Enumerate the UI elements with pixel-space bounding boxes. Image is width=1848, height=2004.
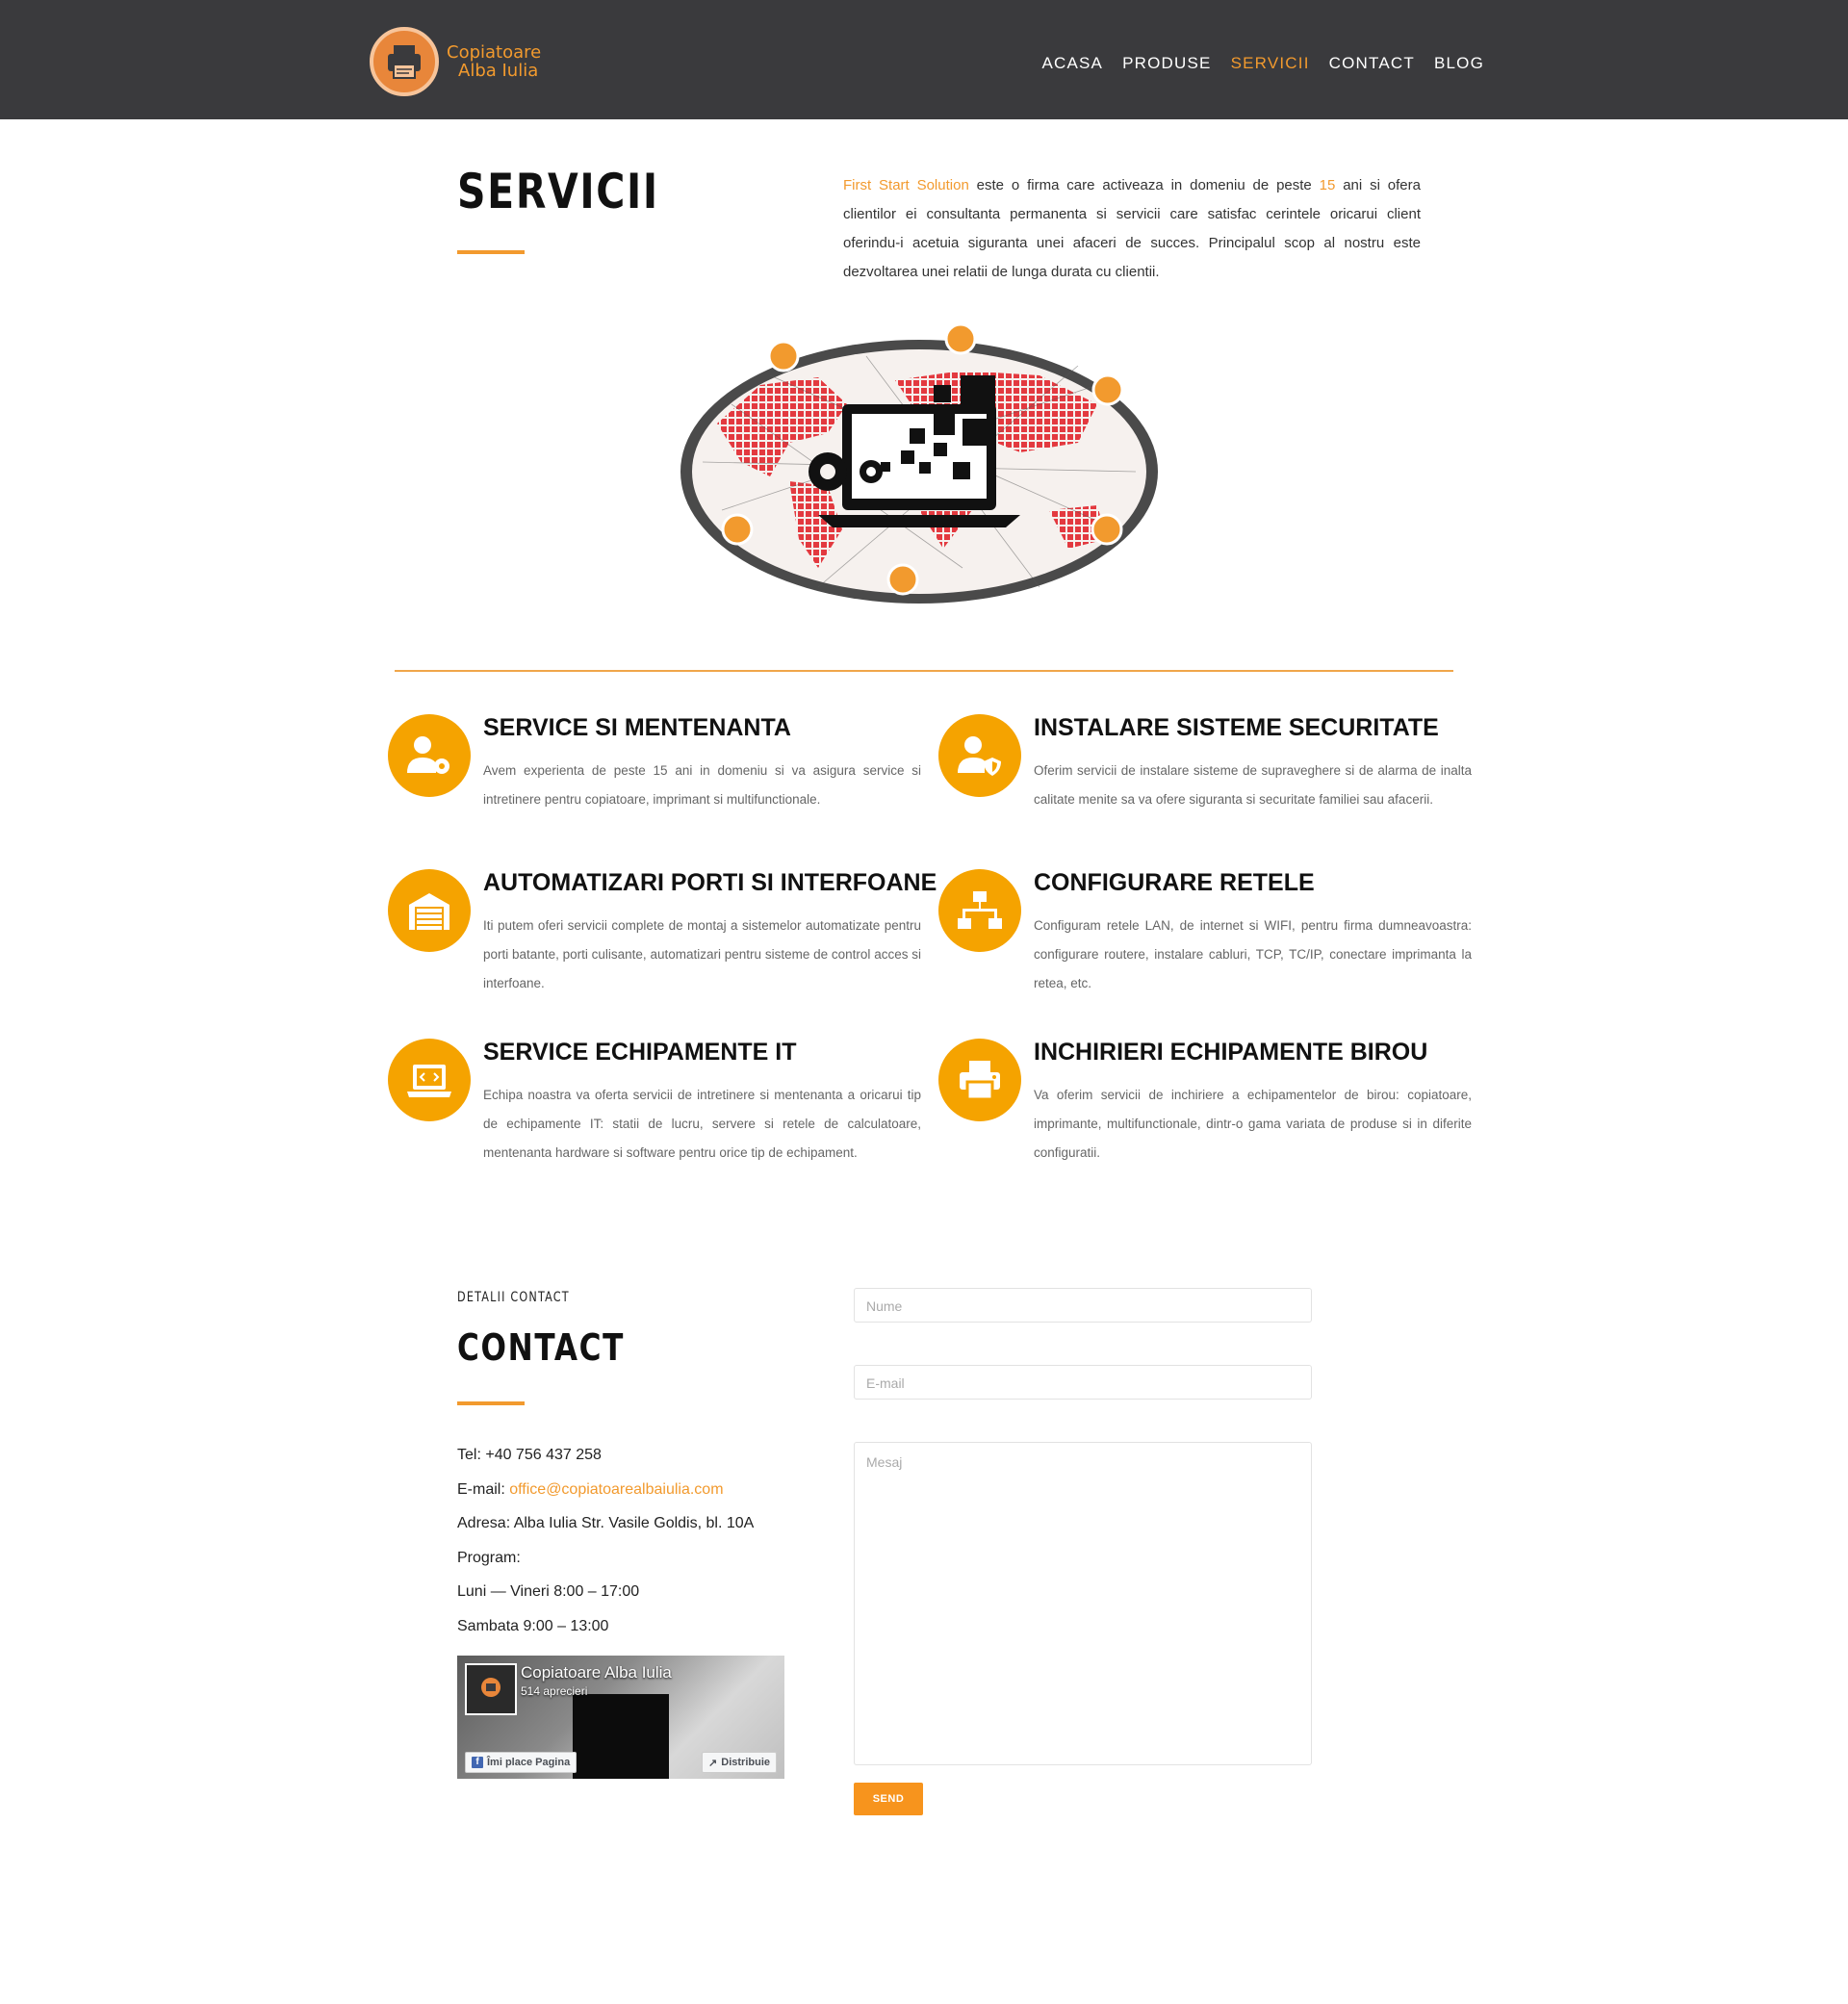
- section-divider: [395, 670, 1453, 672]
- name-field-placeholder: Nume: [866, 1298, 903, 1314]
- name-field[interactable]: Nume: [854, 1288, 1312, 1323]
- contact-email-line: E-mail: office@copiatoarealbaiulia.com: [457, 1473, 754, 1507]
- nav-blog[interactable]: BLOG: [1434, 54, 1484, 73]
- printer-icon: [938, 1039, 1021, 1121]
- contact-email-link[interactable]: office@copiatoarealbaiulia.com: [509, 1481, 723, 1498]
- send-button[interactable]: SEND: [854, 1783, 923, 1815]
- service-description: Oferim servicii de instalare sisteme de …: [1034, 763, 1472, 807]
- service-title: SERVICE ECHIPAMENTE IT: [483, 1039, 797, 1066]
- printer-logo-icon: [370, 27, 439, 96]
- intro-years: 15: [1319, 177, 1336, 193]
- logo-line-1: Copiatoare: [447, 42, 542, 63]
- facebook-page-widget[interactable]: Copiatoare Alba Iulia 514 aprecieri f Îm…: [457, 1656, 784, 1779]
- servicii-title-underline: [457, 250, 525, 254]
- fb-page-avatar[interactable]: [465, 1663, 517, 1715]
- nav-produse[interactable]: PRODUSE: [1122, 54, 1211, 73]
- logo-line-2: Alba Iulia: [458, 61, 539, 81]
- fb-page-name[interactable]: Copiatoare Alba Iulia: [521, 1663, 672, 1683]
- intro-part-1: este o firma care activeaza in domeniu d…: [968, 177, 1320, 193]
- service-description: Iti putem oferi servicii complete de mon…: [483, 918, 921, 990]
- site-logo[interactable]: Copiatoare Alba Iulia: [370, 27, 562, 96]
- fb-share-label: Distribuie: [721, 1757, 770, 1768]
- servicii-intro: First Start Solution este o firma care a…: [843, 171, 1421, 287]
- main-nav: ACASA PRODUSE SERVICII CONTACT BLOG: [1022, 54, 1484, 73]
- contact-details: Tel: +40 756 437 258 E-mail: office@copi…: [457, 1438, 754, 1643]
- logo-text: Copiatoare Alba Iulia: [447, 43, 541, 80]
- service-title: SERVICE SI MENTENANTA: [483, 714, 791, 741]
- email-field-placeholder: E-mail: [866, 1375, 905, 1391]
- servicii-title: SERVICII: [457, 164, 659, 219]
- contact-title-underline: [457, 1401, 525, 1405]
- contact-address: Adresa: Alba Iulia Str. Vasile Goldis, b…: [457, 1515, 755, 1531]
- fb-cover-dark-area: [573, 1694, 669, 1779]
- user-shield-icon: [938, 714, 1021, 797]
- share-icon: ↗: [708, 1757, 718, 1769]
- nav-contact[interactable]: CONTACT: [1329, 54, 1415, 73]
- fb-like-label: Îmi place Pagina: [487, 1757, 571, 1768]
- service-description: Echipa noastra va oferta servicii de int…: [483, 1088, 921, 1160]
- service-title: AUTOMATIZARI PORTI SI INTERFOANE: [483, 869, 937, 896]
- email-field[interactable]: E-mail: [854, 1365, 1312, 1400]
- fb-like-button[interactable]: f Îmi place Pagina: [465, 1752, 578, 1773]
- service-title: INCHIRIERI ECHIPAMENTE BIROU: [1034, 1039, 1428, 1066]
- network-icon: [938, 869, 1021, 952]
- fb-page-likes: 514 aprecieri: [521, 1684, 588, 1698]
- nav-servicii[interactable]: SERVICII: [1231, 54, 1310, 73]
- service-title: CONFIGURARE RETELE: [1034, 869, 1315, 896]
- contact-kicker: DETALII CONTACT: [457, 1290, 570, 1305]
- contact-program-label: Program:: [457, 1549, 521, 1566]
- contact-email-label: E-mail:: [457, 1480, 510, 1498]
- service-description: Va oferim servicii de inchiriere a echip…: [1034, 1088, 1472, 1160]
- contact-title: CONTACT: [457, 1326, 625, 1369]
- message-field-placeholder: Mesaj: [866, 1454, 903, 1470]
- contact-hours-weekdays: Luni — Vineri 8:00 – 17:00: [457, 1583, 640, 1600]
- service-title: INSTALARE SISTEME SECURITATE: [1034, 714, 1439, 741]
- laptop-code-icon: [388, 1039, 471, 1121]
- facebook-icon: f: [472, 1757, 483, 1768]
- services-illustration: [674, 318, 1165, 626]
- message-field[interactable]: Mesaj: [854, 1442, 1312, 1765]
- fb-share-button[interactable]: ↗ Distribuie: [702, 1752, 777, 1773]
- service-description: Avem experienta de peste 15 ani in domen…: [483, 763, 921, 807]
- site-header: Copiatoare Alba Iulia ACASA PRODUSE SERV…: [0, 0, 1848, 119]
- nav-acasa[interactable]: ACASA: [1041, 54, 1103, 73]
- service-description: Configuram retele LAN, de internet si WI…: [1034, 918, 1472, 990]
- user-gear-icon: [388, 714, 471, 797]
- contact-phone: Tel: +40 756 437 258: [457, 1447, 602, 1463]
- company-name: First Start Solution: [843, 177, 969, 193]
- garage-door-icon: [388, 869, 471, 952]
- contact-hours-saturday: Sambata 9:00 – 13:00: [457, 1617, 609, 1634]
